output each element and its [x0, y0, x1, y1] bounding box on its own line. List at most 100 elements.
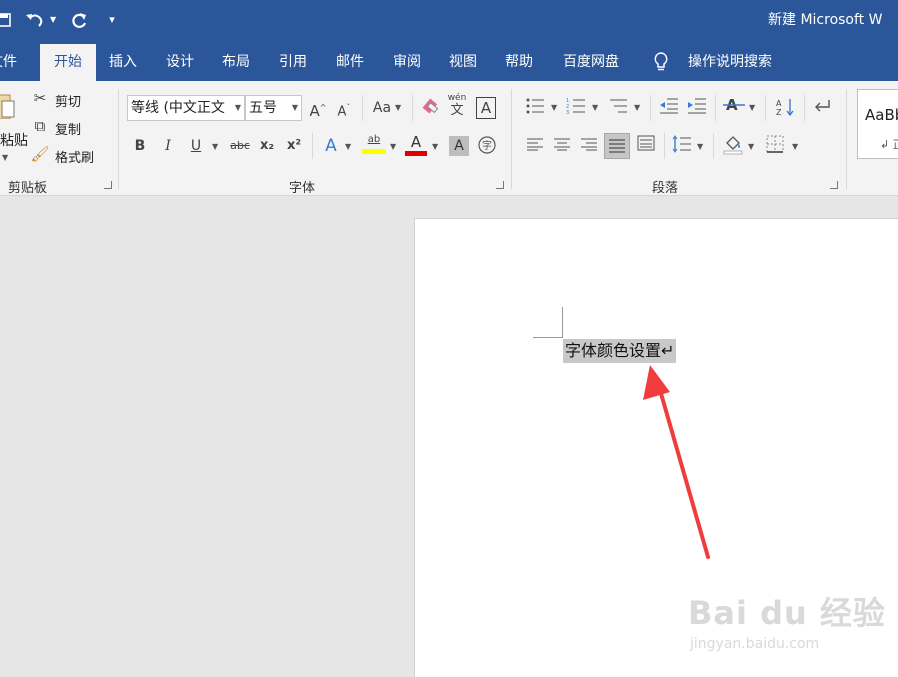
shading-dropdown-icon[interactable]: ▼: [748, 136, 754, 158]
tab-mailings[interactable]: 邮件: [327, 44, 373, 81]
show-formatting-icon[interactable]: [811, 97, 833, 119]
borders-icon[interactable]: [764, 135, 786, 157]
justify-icon[interactable]: [604, 133, 630, 159]
group-divider: [804, 95, 805, 121]
highlight-icon[interactable]: ab: [362, 133, 386, 159]
shrink-font-icon[interactable]: Aˇ: [335, 97, 353, 119]
highlight-color-swatch: [362, 149, 386, 154]
underline-dropdown-icon[interactable]: ▼: [212, 136, 218, 158]
numbering-dropdown-icon[interactable]: ▼: [592, 97, 598, 119]
phonetic-guide-icon[interactable]: wén 文: [446, 93, 468, 123]
tab-insert[interactable]: 插入: [100, 44, 146, 81]
sort-icon[interactable]: AZ: [774, 97, 796, 119]
bold-button[interactable]: B: [130, 135, 150, 157]
group-divider: [664, 133, 665, 159]
subscript-button[interactable]: x₂: [257, 135, 277, 157]
align-left-icon[interactable]: [524, 135, 546, 157]
save-icon[interactable]: [0, 6, 14, 34]
bullets-icon[interactable]: [524, 97, 546, 119]
chinese-layout-dropdown-icon[interactable]: ▼: [749, 97, 755, 119]
copy-icon[interactable]: ⧉: [30, 115, 50, 137]
italic-button[interactable]: I: [158, 135, 178, 157]
underline-button[interactable]: U: [186, 135, 206, 157]
svg-text:字: 字: [482, 139, 492, 152]
redo-icon[interactable]: [66, 6, 92, 34]
font-color-icon[interactable]: A: [405, 133, 427, 159]
multilevel-dropdown-icon[interactable]: ▼: [634, 97, 640, 119]
format-painter-icon[interactable]: 🖌: [30, 143, 50, 165]
undo-icon[interactable]: [22, 6, 48, 34]
margin-corner-mark: [562, 307, 563, 337]
tab-design[interactable]: 设计: [157, 44, 203, 81]
line-spacing-icon[interactable]: [671, 135, 693, 157]
font-color-dropdown-icon[interactable]: ▼: [432, 136, 438, 158]
text-effects-icon[interactable]: A: [320, 135, 342, 157]
tab-file[interactable]: 文件: [0, 44, 20, 81]
line-spacing-dropdown-icon[interactable]: ▼: [697, 136, 703, 158]
baidu-logo: Bai du 经验: [688, 594, 886, 632]
tab-baidu-netdisk[interactable]: 百度网盘: [556, 44, 626, 81]
svg-text:3: 3: [566, 110, 569, 115]
group-divider: [412, 95, 413, 121]
borders-dropdown-icon[interactable]: ▼: [792, 136, 798, 158]
clipboard-launcher-icon[interactable]: [104, 181, 112, 189]
strikethrough-button[interactable]: abc: [228, 135, 252, 157]
style-preview-normal: AaBb: [865, 106, 898, 124]
group-divider: [312, 133, 313, 159]
paragraph-launcher-icon[interactable]: [830, 181, 838, 189]
paste-dropdown-icon[interactable]: ▼: [2, 147, 8, 169]
selected-text[interactable]: 字体颜色设置↵: [563, 339, 677, 363]
group-divider: [715, 95, 716, 121]
align-center-icon[interactable]: [551, 135, 573, 157]
ribbon: 粘贴 ▼ ✂ 剪切 ⧉ 复制 🖌 格式刷 剪贴板 等线 (中文正文 ▼ 五号 ▼…: [0, 81, 898, 196]
text-effects-dropdown-icon[interactable]: ▼: [345, 136, 351, 158]
group-divider: [650, 95, 651, 121]
highlight-dropdown-icon[interactable]: ▼: [390, 136, 396, 158]
bullets-dropdown-icon[interactable]: ▼: [551, 97, 557, 119]
align-right-icon[interactable]: [578, 135, 600, 157]
grow-font-icon[interactable]: A^: [309, 97, 327, 120]
undo-dropdown-icon[interactable]: ▼: [50, 9, 56, 31]
multilevel-list-icon[interactable]: [607, 97, 629, 119]
superscript-button[interactable]: x²: [284, 135, 304, 157]
decrease-indent-icon[interactable]: [658, 97, 680, 119]
chevron-down-icon: ▼: [291, 103, 298, 112]
distributed-icon[interactable]: [635, 135, 657, 157]
tab-references[interactable]: 引用: [270, 44, 316, 81]
character-shading-icon[interactable]: A: [449, 136, 469, 156]
customize-icon[interactable]: ▾: [104, 6, 120, 34]
font-launcher-icon[interactable]: [496, 181, 504, 189]
change-case-icon[interactable]: Aa: [371, 97, 393, 119]
clear-formatting-icon[interactable]: [420, 97, 442, 119]
watermark-url: jingyan.baidu.com: [690, 636, 820, 652]
enclose-characters-icon[interactable]: 字: [476, 135, 498, 157]
format-painter-button[interactable]: 格式刷: [55, 147, 94, 166]
font-size-combo[interactable]: 五号 ▼: [245, 95, 302, 121]
tab-home[interactable]: 开始: [40, 44, 96, 81]
increase-indent-icon[interactable]: [686, 97, 708, 119]
group-divider: [118, 89, 119, 189]
paragraph-mark-icon: ↲ 正: [880, 138, 898, 151]
tell-me-search[interactable]: 操作说明搜索: [682, 44, 778, 81]
font-name-value: 等线 (中文正文: [131, 100, 225, 116]
group-divider: [362, 95, 363, 121]
tab-review[interactable]: 审阅: [384, 44, 430, 81]
copy-button[interactable]: 复制: [55, 119, 81, 138]
change-case-dropdown-icon[interactable]: ▼: [395, 97, 401, 119]
font-name-combo[interactable]: 等线 (中文正文 ▼: [127, 95, 245, 121]
numbering-icon[interactable]: 123: [565, 97, 587, 119]
scissors-icon[interactable]: ✂: [30, 87, 50, 109]
tab-view[interactable]: 视图: [440, 44, 486, 81]
chinese-layout-icon[interactable]: A: [722, 95, 746, 117]
group-divider: [846, 89, 847, 189]
lightbulb-icon[interactable]: [650, 44, 672, 81]
cut-button[interactable]: 剪切: [55, 91, 81, 110]
group-divider: [713, 133, 714, 159]
tab-layout[interactable]: 布局: [213, 44, 259, 81]
shading-icon[interactable]: [722, 133, 744, 155]
svg-text:A: A: [776, 99, 782, 108]
character-border-icon[interactable]: A: [476, 97, 496, 119]
styles-gallery[interactable]: AaBb ↲ 正: [857, 89, 898, 159]
paste-icon[interactable]: [0, 89, 16, 120]
tab-help[interactable]: 帮助: [496, 44, 542, 81]
